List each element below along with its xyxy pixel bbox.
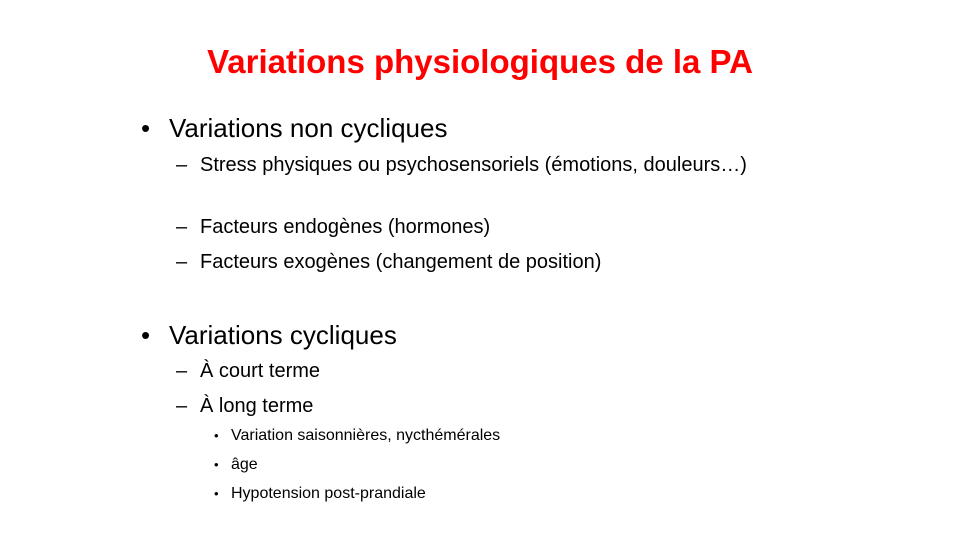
dash-icon: – [176, 251, 188, 273]
sub-list-item: • âge [214, 453, 258, 477]
section-heading: • Variations non cycliques [141, 113, 448, 143]
sub-list-item-text: Hypotension post-prandiale [231, 485, 426, 502]
small-bullet-icon: • [214, 428, 219, 443]
sub-list-item: • Hypotension post-prandiale [214, 482, 426, 506]
sub-list-item: • Variation saisonnières, nycthémérales [214, 424, 501, 448]
list-item: – Stress physiques ou psychosensoriels (… [176, 150, 760, 180]
list-item-text: Facteurs exogènes (changement de positio… [200, 251, 602, 273]
bullet-icon: • [141, 113, 151, 143]
dash-icon: – [176, 154, 188, 176]
dash-icon: – [176, 395, 188, 417]
slide: Variations physiologiques de la PA • Var… [0, 0, 960, 540]
section-heading-text: Variations non cycliques [169, 113, 448, 143]
dash-icon: – [176, 216, 188, 238]
small-bullet-icon: • [214, 457, 219, 472]
list-item-text: À long terme [200, 395, 314, 417]
list-item-text: À court terme [200, 360, 321, 382]
list-item: – À court terme [176, 356, 760, 386]
list-item: – Facteurs endogènes (hormones) [176, 212, 760, 242]
small-bullet-icon: • [214, 486, 219, 501]
list-item-text: Facteurs endogènes (hormones) [200, 216, 491, 238]
dash-icon: – [176, 360, 188, 382]
bullet-icon: • [141, 320, 151, 350]
list-item-text: Stress physiques ou psychosensoriels (ém… [200, 154, 747, 176]
list-item: – À long terme [176, 391, 760, 421]
section-heading: • Variations cycliques [141, 320, 397, 350]
list-item: – Facteurs exogènes (changement de posit… [176, 247, 760, 277]
section-heading-text: Variations cycliques [169, 320, 397, 350]
sub-list-item-text: Variation saisonnières, nycthémérales [231, 427, 501, 444]
slide-title: Variations physiologiques de la PA [207, 43, 753, 80]
sub-list-item-text: âge [231, 456, 258, 473]
